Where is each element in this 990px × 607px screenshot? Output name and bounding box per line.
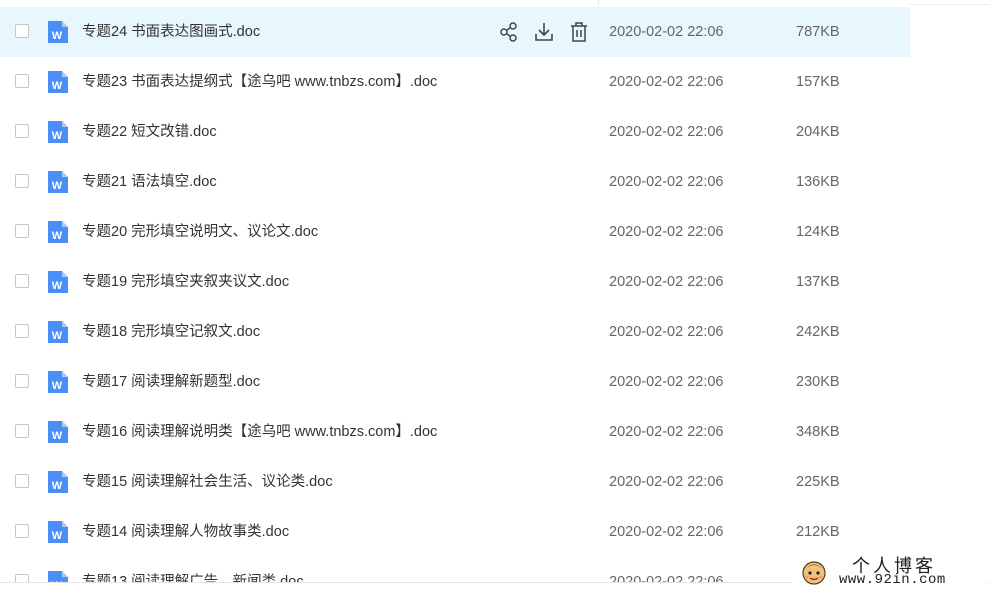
file-size: 124KB (796, 224, 840, 240)
file-size: 137KB (796, 274, 840, 290)
file-modified-date: 2020-02-02 22:06 (609, 174, 724, 190)
file-row[interactable]: W 专题21 语法填空.doc 2020-02-02 22:06 136KB (0, 157, 910, 207)
file-modified-date: 2020-02-02 22:06 (609, 324, 724, 340)
file-size: 787KB (796, 24, 840, 40)
word-doc-icon: W (46, 320, 70, 344)
file-name[interactable]: 专题17 阅读理解新题型.doc (82, 357, 260, 407)
file-name[interactable]: 专题18 完形填空记叙文.doc (82, 307, 260, 357)
svg-text:W: W (52, 530, 63, 542)
row-checkbox[interactable] (15, 274, 29, 288)
file-row[interactable]: W 专题18 完形填空记叙文.doc 2020-02-02 22:06 242KB (0, 307, 910, 357)
word-doc-icon: W (46, 370, 70, 394)
row-checkbox[interactable] (15, 124, 29, 138)
file-modified-date: 2020-02-02 22:06 (609, 524, 724, 540)
watermark-url: www.92in.com (839, 572, 946, 588)
row-checkbox[interactable] (15, 224, 29, 238)
svg-text:W: W (52, 380, 63, 392)
file-name[interactable]: 专题15 阅读理解社会生活、议论类.doc (82, 457, 333, 507)
file-name[interactable]: 专题16 阅读理解说明类【途乌吧 www.tnbzs.com】.doc (82, 407, 437, 457)
file-name[interactable]: 专题21 语法填空.doc (82, 157, 217, 207)
row-checkbox[interactable] (15, 324, 29, 338)
file-row[interactable]: W 专题17 阅读理解新题型.doc 2020-02-02 22:06 230KB (0, 357, 910, 407)
file-row[interactable]: W 专题19 完形填空夹叙夹议文.doc 2020-02-02 22:06 137KB (0, 257, 910, 307)
file-size: 242KB (796, 324, 840, 340)
download-icon[interactable] (533, 20, 555, 44)
svg-text:W: W (52, 30, 63, 42)
file-name[interactable]: 专题19 完形填空夹叙夹议文.doc (82, 257, 289, 307)
word-doc-icon: W (46, 520, 70, 544)
word-doc-icon: W (46, 20, 70, 44)
row-checkbox[interactable] (15, 24, 29, 38)
svg-text:W: W (52, 480, 63, 492)
column-header-edge (0, 0, 990, 6)
word-doc-icon: W (46, 120, 70, 144)
mascot-logo (802, 561, 826, 585)
file-modified-date: 2020-02-02 22:06 (609, 374, 724, 390)
file-modified-date: 2020-02-02 22:06 (609, 424, 724, 440)
word-doc-icon: W (46, 70, 70, 94)
file-size: 157KB (796, 74, 840, 90)
file-size: 230KB (796, 374, 840, 390)
file-modified-date: 2020-02-02 22:06 (609, 224, 724, 240)
file-name[interactable]: 专题22 短文改错.doc (82, 107, 217, 157)
row-checkbox[interactable] (15, 424, 29, 438)
blog-watermark: 个人博客 www.92in.com (792, 552, 988, 593)
file-size: 212KB (796, 524, 840, 540)
file-row[interactable]: W 专题22 短文改错.doc 2020-02-02 22:06 204KB (0, 107, 910, 157)
delete-icon[interactable] (568, 20, 590, 44)
svg-text:W: W (52, 180, 63, 192)
file-name[interactable]: 专题20 完形填空说明文、议论文.doc (82, 207, 318, 257)
row-checkbox[interactable] (15, 474, 29, 488)
file-name[interactable]: 专题24 书面表达图画式.doc (82, 7, 260, 57)
word-doc-icon: W (46, 470, 70, 494)
file-size: 204KB (796, 124, 840, 140)
svg-text:W: W (52, 280, 63, 292)
svg-text:W: W (52, 330, 63, 342)
file-row[interactable]: W 专题24 书面表达图画式.doc 2020-02-02 22:06 787KB (0, 7, 910, 57)
svg-text:W: W (52, 130, 63, 142)
file-modified-date: 2020-02-02 22:06 (609, 274, 724, 290)
file-size: 348KB (796, 424, 840, 440)
column-divider (598, 0, 599, 6)
word-doc-icon: W (46, 220, 70, 244)
header-rule (910, 4, 990, 5)
word-doc-icon: W (46, 420, 70, 444)
svg-text:W: W (52, 230, 63, 242)
file-modified-date: 2020-02-02 22:06 (609, 474, 724, 490)
file-name[interactable]: 专题23 书面表达提纲式【途乌吧 www.tnbzs.com】.doc (82, 57, 437, 107)
file-size: 136KB (796, 174, 840, 190)
file-list: W 专题24 书面表达图画式.doc 2020-02-02 22:06 787KB W 专… (0, 7, 910, 607)
svg-text:W: W (52, 430, 63, 442)
share-icon[interactable] (498, 20, 520, 44)
file-row[interactable]: W 专题15 阅读理解社会生活、议论类.doc 2020-02-02 22:06 22… (0, 457, 910, 507)
row-checkbox[interactable] (15, 524, 29, 538)
file-row[interactable]: W 专题16 阅读理解说明类【途乌吧 www.tnbzs.com】.doc 2020… (0, 407, 910, 457)
word-doc-icon: W (46, 170, 70, 194)
file-modified-date: 2020-02-02 22:06 (609, 124, 724, 140)
file-row[interactable]: W 专题23 书面表达提纲式【途乌吧 www.tnbzs.com】.doc 2020… (0, 57, 910, 107)
file-modified-date: 2020-02-02 22:06 (609, 74, 724, 90)
row-checkbox[interactable] (15, 74, 29, 88)
row-checkbox[interactable] (15, 374, 29, 388)
row-checkbox[interactable] (15, 174, 29, 188)
file-size: 225KB (796, 474, 840, 490)
svg-text:W: W (52, 80, 63, 92)
file-row[interactable]: W 专题20 完形填空说明文、议论文.doc 2020-02-02 22:06 124… (0, 207, 910, 257)
file-name[interactable]: 专题14 阅读理解人物故事类.doc (82, 507, 289, 557)
word-doc-icon: W (46, 270, 70, 294)
file-modified-date: 2020-02-02 22:06 (609, 24, 724, 40)
file-row[interactable]: W 专题14 阅读理解人物故事类.doc 2020-02-02 22:06 212KB (0, 507, 910, 557)
